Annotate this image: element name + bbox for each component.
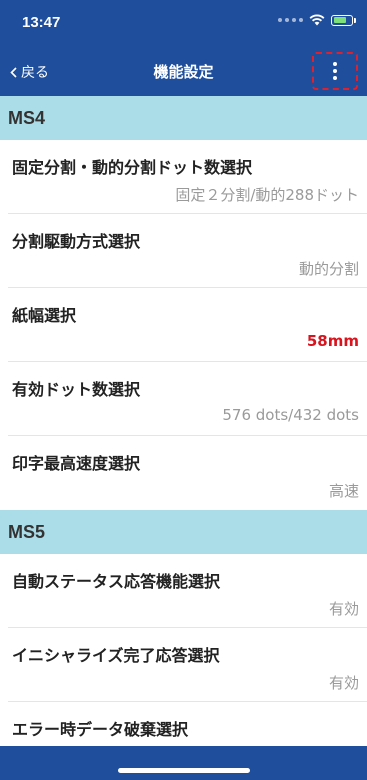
wifi-icon [309,14,325,26]
setting-row[interactable]: イニシャライズ完了応答選択 有効 [8,628,367,702]
setting-row[interactable]: 固定分割・動的分割ドット数選択 固定２分割/動的288ドット [8,140,367,214]
kebab-menu-icon [333,62,337,80]
battery-charging-icon [331,14,356,26]
setting-row[interactable]: 印字最高速度選択 高速 [8,436,367,510]
setting-value: 動的分割 [298,260,359,278]
setting-label: イニシャライズ完了応答選択 [12,646,220,665]
status-time: 13:47 [22,14,61,31]
setting-row[interactable]: 紙幅選択 58mm [8,288,367,362]
more-options-button[interactable] [312,52,358,90]
section-header-ms5: MS5 [0,510,367,554]
status-icons [278,14,356,26]
setting-value: 576 dots/432 dots [222,406,359,424]
setting-value: 高速 [328,482,359,500]
setting-label: 固定分割・動的分割ドット数選択 [12,158,253,177]
setting-label: 紙幅選択 [12,306,77,325]
setting-label: 有効ドット数選択 [12,380,141,399]
setting-value: 有効 [328,674,359,692]
setting-value: 有効 [328,600,359,618]
setting-row[interactable]: エラー時データ破棄選択 [8,702,367,746]
home-indicator[interactable] [118,768,250,773]
setting-row[interactable]: 有効ドット数選択 576 dots/432 dots [8,362,367,436]
setting-row[interactable]: 自動ステータス応答機能選択 有効 [8,554,367,628]
setting-label: エラー時データ破棄選択 [12,720,189,739]
status-bar: 13:47 [0,0,367,44]
section-header-ms4: MS4 [0,96,367,140]
setting-label: 分割駆動方式選択 [12,232,141,251]
setting-label: 印字最高速度選択 [12,454,141,473]
bottom-bar [0,746,367,780]
setting-value: 固定２分割/動的288ドット [175,186,359,204]
setting-label: 自動ステータス応答機能選択 [12,572,221,591]
nav-bar: 戻る 機能設定 [0,44,367,96]
setting-row[interactable]: 分割駆動方式選択 動的分割 [8,214,367,288]
setting-value: 58mm [306,332,359,350]
signal-dots-icon [278,18,303,22]
settings-list: MS4 固定分割・動的分割ドット数選択 固定２分割/動的288ドット 分割駆動方… [0,96,367,746]
